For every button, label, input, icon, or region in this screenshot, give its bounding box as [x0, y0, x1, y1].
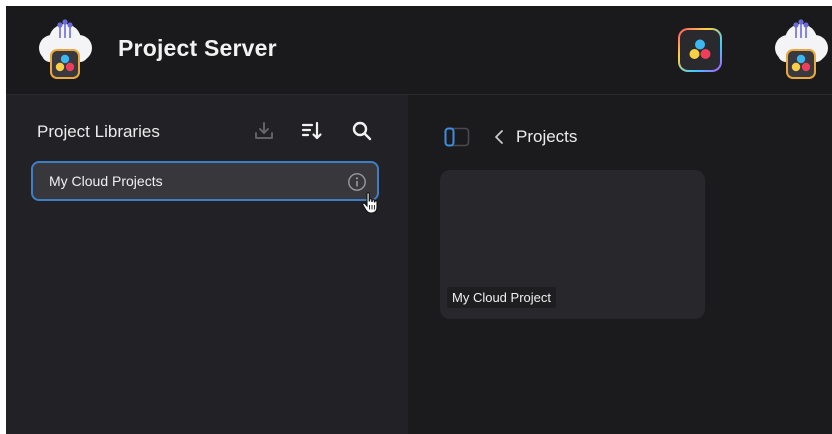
cloud-logo-icon [39, 19, 92, 79]
title-bar: Project Server [6, 6, 832, 95]
library-item-my-cloud-projects[interactable]: My Cloud Projects [31, 161, 379, 201]
import-icon[interactable] [252, 119, 276, 143]
project-name: My Cloud Project [447, 287, 556, 308]
project-card[interactable]: My Cloud Project [440, 170, 705, 319]
chevron-left-icon[interactable] [492, 127, 506, 147]
davinci-resolve-icon [689, 39, 711, 59]
search-icon[interactable] [350, 119, 374, 143]
breadcrumb: Projects [516, 127, 578, 146]
cloud-server-button[interactable] [770, 18, 832, 82]
davinci-resolve-button[interactable] [678, 28, 722, 72]
sort-icon[interactable] [300, 119, 324, 143]
library-item-label: My Cloud Projects [49, 173, 163, 189]
projects-panel: Projects My Cloud Project [408, 95, 832, 434]
info-icon[interactable] [347, 172, 367, 192]
app-window: Project Server Project Libraries My Clou… [6, 6, 832, 434]
hand-cursor-icon [362, 192, 378, 214]
sidebar-toggle-icon[interactable] [444, 127, 470, 147]
panel-title: Project Libraries [37, 122, 160, 141]
app-title: Project Server [118, 35, 277, 61]
project-libraries-panel: Project Libraries My Cloud Projects [6, 95, 408, 434]
